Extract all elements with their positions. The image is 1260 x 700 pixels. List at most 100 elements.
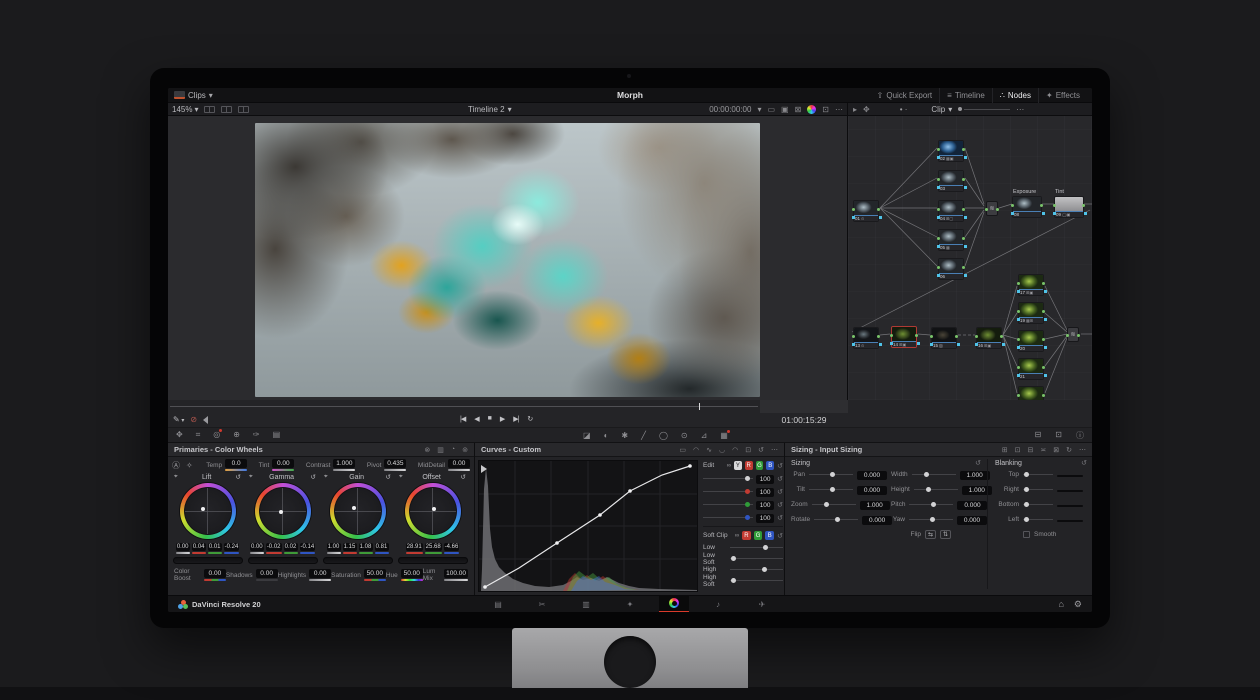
- temp-field[interactable]: 0.0: [225, 459, 247, 471]
- corrector-node[interactable]: 13⊙: [853, 327, 879, 349]
- play-button[interactable]: ▶: [500, 415, 504, 423]
- middetail-field[interactable]: 0.00: [448, 459, 470, 471]
- page-fairlight[interactable]: ♪: [703, 596, 733, 613]
- corrector-node[interactable]: 22: [1018, 386, 1044, 400]
- corrector-node[interactable]: 02▦▣: [938, 140, 964, 162]
- corrector-node[interactable]: 20: [1018, 330, 1044, 352]
- blanking-bottom-value[interactable]: [1057, 500, 1083, 509]
- softclip-g-button[interactable]: G: [754, 531, 763, 540]
- crop-frame-icon[interactable]: ⌗: [196, 430, 201, 440]
- tilt-value[interactable]: 0.000: [857, 485, 887, 495]
- node-pager-dots[interactable]: • ·: [900, 105, 908, 114]
- info-icon[interactable]: ⓘ: [1076, 430, 1084, 441]
- curve-hue-vs-hue-icon[interactable]: ◠: [693, 446, 699, 454]
- layer-mixer-node[interactable]: ≋: [1067, 327, 1079, 342]
- pivot-field[interactable]: 0.435: [384, 459, 406, 471]
- channel-b-button[interactable]: B: [766, 461, 774, 470]
- saturation-field[interactable]: 50.00: [364, 569, 386, 581]
- corrector-node[interactable]: 19▦⊞: [1018, 302, 1044, 324]
- blanking-top-value[interactable]: [1057, 470, 1083, 479]
- high-slider[interactable]: [730, 569, 783, 570]
- channel-r-button[interactable]: R: [745, 461, 753, 470]
- lum-mix-field[interactable]: 100.00: [444, 569, 468, 581]
- page-deliver[interactable]: ✈: [747, 596, 777, 613]
- exposure-node[interactable]: Exposure 08: [1012, 196, 1042, 218]
- expand-viewer-icon[interactable]: ⊡: [822, 105, 829, 114]
- y-gain-slider[interactable]: [703, 478, 753, 479]
- last-frame-button[interactable]: ▶|: [513, 415, 518, 423]
- pan-value[interactable]: 0.000: [857, 470, 887, 480]
- channel-g-button[interactable]: G: [756, 461, 764, 470]
- tint-node[interactable]: Tint 09◯▣: [1054, 196, 1084, 218]
- layer-mixer-node[interactable]: ≋: [986, 201, 998, 216]
- more-options-icon[interactable]: ⋯: [771, 446, 778, 454]
- scrub-track[interactable]: [170, 406, 758, 407]
- viewer-image[interactable]: [255, 123, 760, 397]
- stills-icon[interactable]: ▦: [720, 431, 728, 440]
- input-sizing-icon[interactable]: ⊞: [1002, 446, 1008, 454]
- blanking-right-value[interactable]: [1057, 485, 1083, 494]
- corrector-node[interactable]: 06: [938, 258, 964, 280]
- playhead-marker[interactable]: [699, 403, 700, 410]
- compare-icon[interactable]: ◐: [604, 431, 609, 440]
- blanking-bottom-slider[interactable]: [1023, 504, 1053, 505]
- blanking-left-value[interactable]: [1057, 515, 1083, 524]
- reset-icon[interactable]: ↺: [758, 446, 764, 454]
- effects-button[interactable]: ✦ Effects: [1038, 88, 1087, 103]
- hand-tool-icon[interactable]: ✥: [863, 105, 870, 114]
- b-gain-slider[interactable]: [703, 517, 753, 518]
- lift-color-wheel[interactable]: [180, 483, 236, 539]
- page-media[interactable]: ▤: [483, 596, 513, 613]
- node-view-select[interactable]: Clip▾: [931, 105, 952, 114]
- high-soft-slider[interactable]: [730, 580, 783, 581]
- crop-icon[interactable]: ⊠: [1053, 446, 1059, 454]
- palette-auto-icon[interactable]: ◔: [451, 446, 455, 454]
- prev-frame-button[interactable]: ◀: [474, 415, 478, 423]
- hand-grab-icon[interactable]: ✥: [176, 430, 183, 440]
- curve-lum-vs-sat-icon[interactable]: ◠: [732, 446, 738, 454]
- palette-memory-icon[interactable]: ⊚: [462, 446, 468, 454]
- flip-horizontal-button[interactable]: ⇆: [925, 530, 936, 539]
- grab-still-icon[interactable]: ⊡: [1055, 430, 1062, 441]
- chevron-down-icon[interactable]: ▾: [209, 91, 213, 100]
- corrector-node[interactable]: 03: [938, 170, 964, 192]
- zoom-value[interactable]: 1.000: [860, 500, 890, 510]
- viewer-timecode[interactable]: 00:00:00:00: [709, 105, 751, 114]
- gamma-color-wheel[interactable]: [255, 483, 311, 539]
- page-cut[interactable]: ✂: [527, 596, 557, 613]
- node-zoom-slider[interactable]: [958, 107, 1010, 111]
- rotate-value[interactable]: 0.000: [862, 515, 892, 525]
- single-viewer-toggle-icon[interactable]: [204, 106, 215, 113]
- palette-bypass-icon[interactable]: ⊗: [424, 446, 430, 454]
- reset-icon[interactable]: ↺: [1081, 459, 1087, 467]
- flip-vertical-button[interactable]: ⇅: [940, 530, 951, 539]
- height-slider[interactable]: [914, 489, 958, 490]
- pan-slider[interactable]: [809, 474, 853, 475]
- reset-icon[interactable]: ↻: [1066, 446, 1072, 454]
- page-color[interactable]: [659, 596, 689, 613]
- first-frame-button[interactable]: |◀: [460, 415, 465, 423]
- link-channels-icon[interactable]: ∞: [735, 533, 739, 539]
- reset-icon[interactable]: ↺: [777, 488, 783, 496]
- reset-icon[interactable]: ↺: [236, 473, 241, 481]
- pitch-value[interactable]: 0.000: [957, 500, 987, 510]
- nodes-button[interactable]: ∴ Nodes: [992, 88, 1038, 103]
- color-boost-field[interactable]: 0.00: [204, 569, 226, 581]
- tilt-slider[interactable]: [809, 489, 853, 490]
- target-icon[interactable]: ⊙: [681, 431, 688, 440]
- enhanced-viewer-toggle-icon[interactable]: [238, 106, 249, 113]
- shadows-field[interactable]: 0.00: [256, 569, 278, 581]
- stop-button[interactable]: ■: [488, 415, 491, 423]
- audio-mute-icon[interactable]: [203, 416, 208, 424]
- reset-icon[interactable]: ↺: [461, 473, 466, 481]
- corrector-node[interactable]: 01⊙: [853, 200, 879, 222]
- chevron-down-icon[interactable]: ▾: [757, 105, 761, 114]
- r-gain-slider[interactable]: [703, 491, 753, 492]
- lift-master-slider[interactable]: [173, 557, 243, 564]
- viewer-zoom-select[interactable]: 145%▾: [172, 105, 198, 114]
- softclip-b-button[interactable]: B: [765, 531, 774, 540]
- g-gain-slider[interactable]: [703, 504, 753, 505]
- more-options-icon[interactable]: ⋯: [1079, 446, 1086, 454]
- reset-icon[interactable]: ↺: [311, 473, 316, 481]
- channel-y-button[interactable]: Y: [734, 461, 742, 470]
